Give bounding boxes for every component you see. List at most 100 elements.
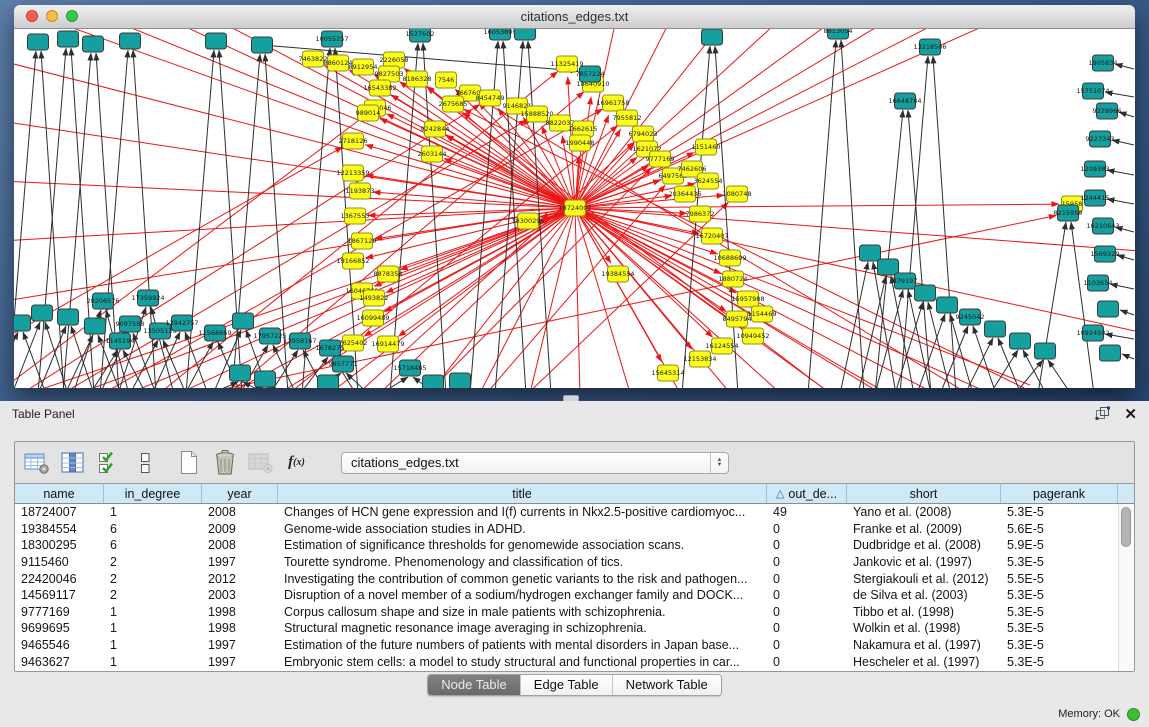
table-cell: 9777169 (15, 605, 104, 619)
table-row[interactable]: 1830029562008Estimation of significance … (15, 537, 1134, 554)
graph-node[interactable] (915, 285, 936, 301)
graph-node-label: 1209383 (1081, 165, 1110, 173)
network-window-titlebar[interactable]: citations_edges.txt (14, 5, 1135, 29)
graph-edge[interactable] (940, 326, 968, 388)
table-row[interactable]: 946362711997Embryonic stem cells: a mode… (15, 653, 1134, 670)
table-row[interactable]: 2242004622012Investigating the contribut… (15, 570, 1134, 587)
graph-edge[interactable] (14, 322, 40, 388)
graph-node[interactable] (255, 371, 276, 387)
graph-edge[interactable] (400, 208, 575, 270)
column-header-pagerank[interactable]: pagerank (1001, 484, 1118, 503)
graph-edge[interactable] (908, 110, 931, 388)
graph-node[interactable] (937, 297, 958, 313)
graph-edge[interactable] (575, 208, 692, 349)
tab-node-table[interactable]: Node Table (428, 675, 521, 695)
graph-edge[interactable] (1048, 360, 1071, 388)
table-row[interactable]: 1872400712008Changes of HCN gene express… (15, 504, 1134, 521)
vertical-scrollbar[interactable] (1118, 504, 1134, 671)
delete-icon[interactable] (211, 449, 238, 477)
table-cell: 1 (104, 605, 202, 619)
graph-edge[interactable] (1122, 354, 1134, 359)
clear-selection-icon[interactable] (131, 449, 158, 477)
graph-node[interactable] (252, 37, 273, 53)
graph-edge[interactable] (715, 46, 738, 388)
graph-node[interactable] (32, 305, 53, 321)
graph-node[interactable] (1010, 333, 1031, 349)
graph-node[interactable] (28, 34, 49, 50)
column-header-out_de[interactable]: △out_de... (767, 484, 847, 503)
table-settings-icon[interactable] (23, 449, 50, 477)
close-window-button[interactable] (26, 10, 38, 22)
graph-node[interactable] (83, 36, 104, 52)
column-header-name[interactable]: name (15, 484, 104, 503)
tab-edge-table[interactable]: Edge Table (521, 675, 613, 695)
graph-edge[interactable] (63, 53, 91, 388)
graph-node[interactable] (450, 373, 471, 388)
graph-node[interactable] (1098, 301, 1119, 317)
table-cell: 6 (104, 538, 202, 552)
column-header-title[interactable]: title (278, 484, 767, 503)
memory-status-icon[interactable] (1127, 708, 1140, 721)
show-columns-icon[interactable] (59, 449, 86, 477)
graph-node-label: 9227343 (1086, 135, 1115, 143)
table-row[interactable]: 1938455462009Genome-wide association stu… (15, 521, 1134, 538)
graph-edge[interactable] (575, 208, 1030, 385)
graph-edge[interactable] (575, 208, 580, 388)
table-cell: 5.3E-5 (1001, 655, 1118, 669)
float-window-icon[interactable] (1095, 406, 1110, 423)
graph-node[interactable] (878, 259, 899, 275)
table-row[interactable]: 977716911998Corpus callosum shape and si… (15, 604, 1134, 621)
graph-node[interactable] (515, 29, 536, 40)
graph-edge[interactable] (366, 208, 575, 258)
graph-edge[interactable] (1120, 310, 1134, 315)
graph-edge[interactable] (273, 345, 296, 388)
network-canvas[interactable]: 7463822886012489129542226058982750316543… (14, 29, 1135, 388)
graph-edge[interactable] (1015, 360, 1043, 388)
graph-node[interactable] (14, 315, 31, 331)
graph-node[interactable] (206, 33, 227, 49)
zoom-window-button[interactable] (66, 10, 78, 22)
minimize-window-button[interactable] (46, 10, 58, 22)
graph-node[interactable] (233, 313, 254, 329)
column-header-in_degree[interactable]: in_degree (104, 484, 202, 503)
graph-node[interactable] (58, 31, 79, 47)
table-row[interactable]: 969969511998Structural magnetic resonanc… (15, 620, 1134, 637)
graph-edge[interactable] (380, 377, 408, 388)
graph-edge[interactable] (1107, 199, 1134, 204)
graph-edge[interactable] (575, 29, 1040, 208)
graph-node[interactable] (985, 321, 1006, 337)
network-table-select[interactable]: citations_edges.txt ▲▼ (341, 452, 729, 474)
column-header-year[interactable]: year (202, 484, 278, 503)
column-header-short[interactable]: short (847, 484, 1001, 503)
graph-node-label: 15888520 (520, 110, 553, 118)
graph-node[interactable] (1035, 343, 1056, 359)
graph-edge[interactable] (575, 208, 1135, 251)
graph-node[interactable] (85, 318, 106, 334)
graph-node[interactable] (318, 375, 339, 388)
graph-edge[interactable] (990, 350, 1018, 388)
graph-edge[interactable] (1107, 170, 1134, 175)
citation-graph[interactable]: 7463822886012489129542226058982750316543… (14, 29, 1135, 388)
graph-edge[interactable] (1038, 222, 1066, 388)
graph-edge[interactable] (1117, 255, 1134, 260)
tab-network-table[interactable]: Network Table (613, 675, 721, 695)
table-cell: Yano et al. (2008) (847, 505, 1001, 519)
graph-node[interactable] (860, 245, 881, 261)
graph-node[interactable] (702, 29, 723, 45)
new-file-icon[interactable] (175, 449, 202, 477)
graph-edge[interactable] (1110, 284, 1134, 289)
table-row[interactable]: 1456911722003Disruption of a novel membe… (15, 587, 1134, 604)
close-icon[interactable]: ✕ (1124, 407, 1137, 422)
graph-node[interactable] (1100, 345, 1121, 361)
scrollbar-thumb[interactable] (1121, 507, 1131, 547)
graph-node[interactable] (58, 309, 79, 325)
graph-node[interactable] (120, 33, 141, 49)
select-all-icon[interactable] (95, 449, 122, 477)
graph-node[interactable] (423, 375, 444, 388)
graph-edge[interactable] (1115, 64, 1134, 69)
function-builder-icon[interactable]: f(x) (283, 449, 310, 477)
graph-node[interactable] (230, 365, 251, 381)
table-row[interactable]: 946554611997Estimation of the future num… (15, 637, 1134, 654)
table-row[interactable]: 911546021997Tourette syndrome. Phenomeno… (15, 554, 1134, 571)
graph-edge[interactable] (1112, 140, 1134, 145)
